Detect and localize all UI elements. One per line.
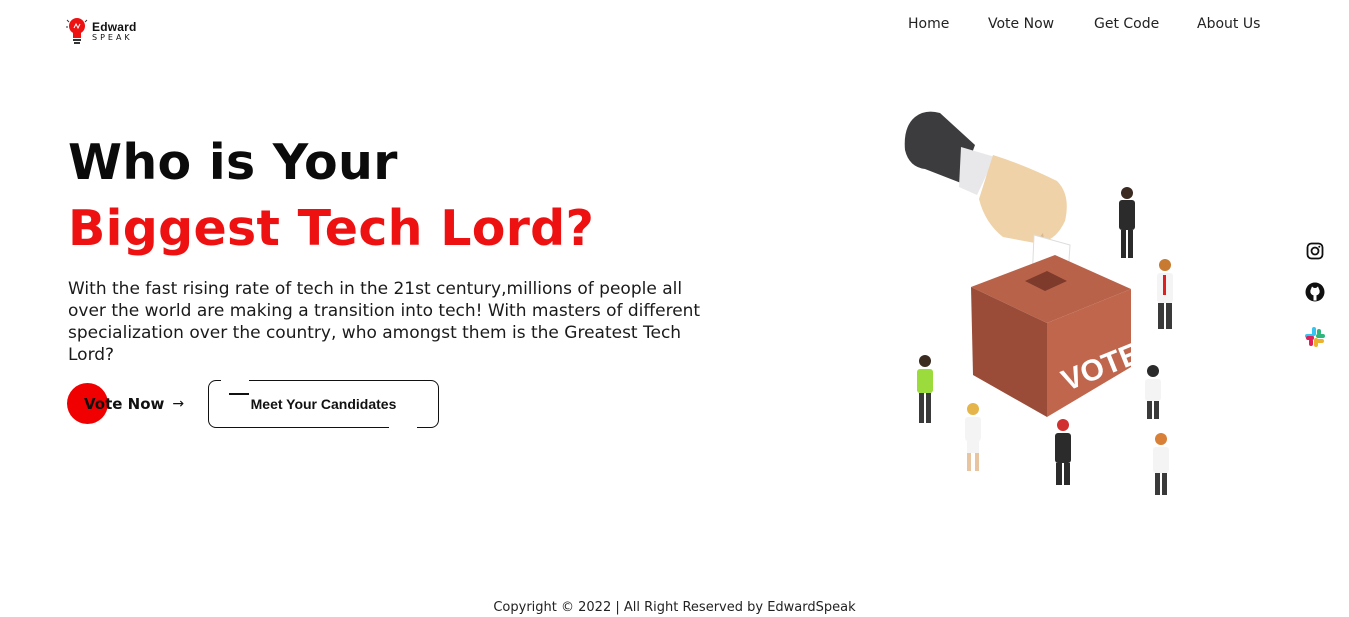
github-icon[interactable] (1303, 280, 1327, 304)
main-nav: Home Vote Now Get Code About Us (0, 16, 1349, 36)
instagram-icon[interactable] (1303, 239, 1327, 263)
border-gap-bottom (389, 425, 417, 429)
arrow-right-icon: → (172, 396, 185, 412)
border-gap-top (221, 379, 249, 383)
vote-now-label: Vote Now (84, 395, 165, 413)
hero-description: With the fast rising rate of tech in the… (68, 279, 701, 365)
ballot-box-icon: VOTE (971, 255, 1145, 417)
vote-now-button[interactable]: Vote Now → (67, 383, 184, 425)
border-accent-line (229, 393, 249, 395)
footer-copyright: Copyright © 2022 | All Right Reserved by… (493, 600, 856, 615)
meet-candidates-label: Meet Your Candidates (250, 396, 397, 412)
slack-icon[interactable] (1303, 325, 1327, 349)
nav-get-code[interactable]: Get Code (1094, 16, 1159, 32)
meet-candidates-button[interactable]: Meet Your Candidates (208, 379, 439, 429)
hand-icon (904, 111, 1067, 245)
hero-title-line2: Biggest Tech Lord? (68, 200, 595, 257)
nav-home[interactable]: Home (908, 16, 949, 32)
voting-illustration: VOTE (895, 105, 1195, 505)
nav-about-us[interactable]: About Us (1197, 16, 1260, 32)
hero-title-line1: Who is Your (68, 134, 398, 191)
nav-vote-now[interactable]: Vote Now (988, 16, 1054, 32)
